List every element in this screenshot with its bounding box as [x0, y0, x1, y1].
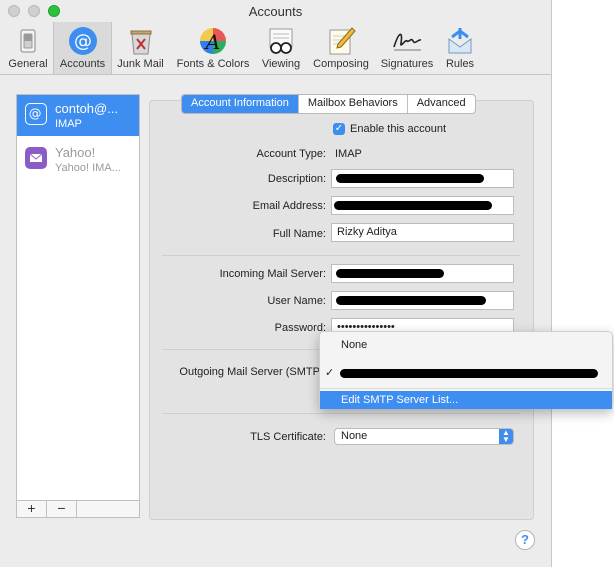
password-label: Password: — [274, 322, 326, 334]
tab-account-information[interactable]: Account Information — [182, 95, 299, 113]
description-field[interactable] — [331, 169, 514, 188]
checkmark-icon: ✓ — [325, 367, 335, 379]
preferences-toolbar: General @ Accounts Junk Mail A Fonts & C… — [0, 22, 551, 75]
account-tabs: Account Information Mailbox Behaviors Ad… — [181, 94, 476, 114]
toolbar-accounts[interactable]: @ Accounts — [53, 22, 112, 74]
accounts-list: @ contoh@... IMAP Yahoo! Yahoo! IMA... — [16, 94, 140, 518]
incoming-server-field[interactable] — [331, 264, 514, 283]
toolbar-signatures[interactable]: Signatures — [377, 22, 437, 74]
signature-icon — [393, 33, 422, 51]
redacted-smtp-server — [340, 369, 598, 378]
help-button[interactable]: ? — [515, 530, 535, 550]
at-icon: @ — [68, 27, 97, 55]
account-type-value: IMAP — [335, 148, 362, 160]
window-title: Accounts — [248, 4, 303, 19]
redacted-incoming-server — [336, 269, 444, 278]
preferences-window: Accounts General @ Accounts Junk Mail A … — [0, 0, 552, 567]
smtp-server-menu: None ✓ Edit SMTP Server List... — [319, 331, 613, 409]
account-details-panel — [149, 100, 534, 520]
svg-text:@: @ — [74, 31, 92, 52]
menu-item-edit-smtp-list[interactable]: Edit SMTP Server List... — [320, 391, 612, 409]
trash-icon — [130, 30, 151, 55]
tls-certificate-popup[interactable]: None ▲ ▼ — [334, 428, 514, 445]
separator — [162, 255, 520, 256]
switch-icon — [20, 29, 36, 53]
tls-certificate-label: TLS Certificate: — [250, 431, 326, 443]
menu-item-smtp-server[interactable]: ✓ — [320, 364, 612, 382]
redacted-description — [336, 174, 484, 183]
menu-item-none[interactable]: None — [320, 336, 612, 354]
description-label: Description: — [267, 173, 326, 185]
outgoing-server-label: Outgoing Mail Server (SMTP — [179, 366, 320, 378]
username-label: User Name: — [267, 295, 326, 307]
mail-icon — [25, 147, 47, 169]
separator — [162, 413, 520, 414]
account-type-label: Account Type: — [256, 148, 326, 160]
toolbar-junk-mail[interactable]: Junk Mail — [113, 22, 168, 74]
chevron-updown-icon: ▲ ▼ — [499, 429, 513, 444]
glasses-icon — [269, 28, 293, 54]
at-icon: @ — [25, 103, 47, 125]
toolbar-composing[interactable]: Composing — [308, 22, 374, 74]
email-label: Email Address: — [252, 200, 326, 212]
fonts-icon: A — [200, 28, 226, 54]
redacted-username — [336, 296, 486, 305]
tab-mailbox-behaviors[interactable]: Mailbox Behaviors — [299, 95, 408, 113]
username-field[interactable] — [331, 291, 514, 310]
rules-icon — [448, 28, 472, 54]
title-bar: Accounts — [0, 0, 551, 22]
remove-account-button[interactable]: − — [47, 501, 77, 517]
add-account-button[interactable]: + — [17, 501, 47, 517]
incoming-server-label: Incoming Mail Server: — [219, 268, 326, 280]
menu-separator — [320, 388, 612, 389]
enable-account-label: Enable this account — [350, 123, 447, 135]
full-name-field[interactable]: Rizky Aditya — [331, 223, 514, 242]
full-name-label: Full Name: — [272, 228, 326, 240]
pencil-icon — [329, 27, 356, 55]
tls-certificate-value: None — [341, 430, 368, 442]
email-field[interactable] — [331, 196, 514, 215]
toolbar-general[interactable]: General — [4, 22, 52, 74]
tab-advanced[interactable]: Advanced — [408, 95, 475, 113]
toolbar-viewing[interactable]: Viewing — [257, 22, 305, 74]
account-item-yahoo[interactable]: Yahoo! Yahoo! IMA... — [17, 139, 139, 180]
toolbar-rules[interactable]: Rules — [440, 22, 480, 74]
toolbar-fonts-colors[interactable]: A Fonts & Colors — [171, 22, 255, 74]
account-item-contoh[interactable]: @ contoh@... IMAP — [17, 95, 139, 136]
svg-text:@: @ — [29, 106, 42, 121]
svg-text:A: A — [204, 30, 220, 54]
accounts-list-footer: + − — [16, 500, 140, 518]
redacted-email — [334, 201, 492, 210]
enable-account-checkbox[interactable]: ✓ — [333, 123, 345, 135]
